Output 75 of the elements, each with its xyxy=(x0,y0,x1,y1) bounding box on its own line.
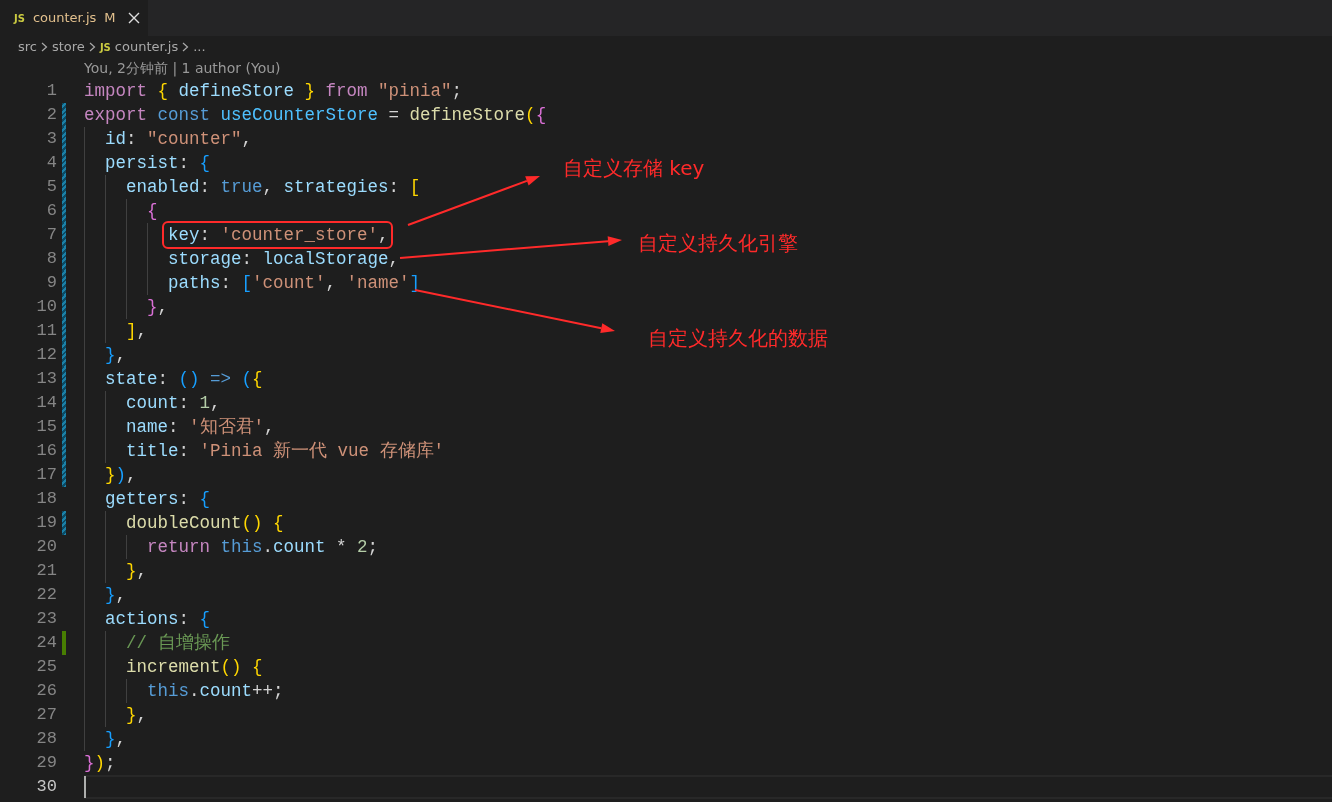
breadcrumb-item[interactable]: src xyxy=(18,37,37,57)
line-number: 20 xyxy=(35,536,57,558)
line-number: 24 xyxy=(35,632,57,654)
code-line: name: '知否君', xyxy=(125,417,275,437)
editor-tab[interactable]: JS counter.js M xyxy=(0,0,148,36)
line-number: 25 xyxy=(35,656,57,678)
line-number: 17 xyxy=(35,464,57,486)
line-number: 10 xyxy=(35,296,57,318)
annotation-label: 自定义存储 key xyxy=(563,155,705,181)
line-number: 3 xyxy=(45,128,57,150)
code-line: increment() { xyxy=(125,657,263,677)
line-number: 4 xyxy=(45,152,57,174)
line-number: 8 xyxy=(45,248,57,270)
line-number: 22 xyxy=(35,584,57,606)
code-line: }, xyxy=(104,729,127,749)
code-line: }, xyxy=(125,561,148,581)
code-line: state: () => ({ xyxy=(104,369,263,389)
line-number: 16 xyxy=(35,440,57,462)
line-number: 19 xyxy=(35,512,57,534)
code-line: { xyxy=(146,201,158,221)
line-number: 7 xyxy=(45,224,57,246)
line-number: 6 xyxy=(45,200,57,222)
code-line: actions: { xyxy=(104,609,211,629)
code-line: id: "counter", xyxy=(104,129,253,149)
line-number: 26 xyxy=(35,680,57,702)
file-type-icon: JS xyxy=(99,39,111,55)
code-line: }, xyxy=(104,345,127,365)
code-line: getters: { xyxy=(104,489,211,509)
code-line: persist: { xyxy=(104,153,211,173)
line-number: 21 xyxy=(35,560,57,582)
blame-annotation: You, 2分钟前 | 1 author (You) xyxy=(83,59,282,79)
close-icon[interactable] xyxy=(127,12,140,24)
line-number: 14 xyxy=(35,392,57,414)
code-line: }, xyxy=(146,297,169,317)
line-number: 23 xyxy=(35,608,57,630)
change-marker xyxy=(62,631,66,655)
line-number: 15 xyxy=(35,416,57,438)
code-line: title: 'Pinia 新一代 vue 存储库' xyxy=(125,441,445,461)
line-number: 30 xyxy=(35,776,57,798)
line-number: 13 xyxy=(35,368,57,390)
code-line: this.count++; xyxy=(146,681,284,701)
code-line: count: 1, xyxy=(125,393,221,413)
line-number: 1 xyxy=(45,80,57,102)
line-number: 18 xyxy=(35,488,57,510)
breadcrumb-item[interactable]: counter.js xyxy=(114,37,179,57)
code-line: enabled: true, strategies: [ xyxy=(125,177,421,197)
line-number: 27 xyxy=(35,704,57,726)
code-line: export const useCounterStore = defineStore({ xyxy=(84,105,547,125)
line-number: 5 xyxy=(45,176,57,198)
annotation-label: 自定义持久化引擎 xyxy=(638,230,798,256)
chevron-icon xyxy=(182,42,190,52)
code-line: return this.count * 2; xyxy=(146,537,379,557)
line-number: 2 xyxy=(45,104,57,126)
code-line: ], xyxy=(125,321,148,341)
code-line: storage: localStorage, xyxy=(167,249,400,269)
line-number: 9 xyxy=(45,272,57,294)
code-line: }); xyxy=(84,753,116,773)
code-line: // 自增操作 xyxy=(125,633,230,653)
line-number: 29 xyxy=(35,752,57,774)
code-line: }, xyxy=(104,585,127,605)
breadcrumb-item[interactable]: store xyxy=(52,37,85,57)
chevron-icon xyxy=(88,42,96,52)
code-line: doubleCount() { xyxy=(125,513,284,533)
change-marker xyxy=(62,511,66,535)
breadcrumb-item[interactable]: ... xyxy=(193,37,206,57)
line-number: 28 xyxy=(35,728,57,750)
code-line: import { defineStore } from "pinia"; xyxy=(84,81,463,101)
line-number: 11 xyxy=(35,320,57,342)
code-line: }), xyxy=(104,465,137,485)
code-line: paths: ['count', 'name'] xyxy=(167,273,421,293)
annotation-label: 自定义持久化的数据 xyxy=(648,325,828,351)
text-cursor xyxy=(84,776,86,799)
chevron-icon xyxy=(41,42,48,52)
line-number: 12 xyxy=(35,344,57,366)
code-line: }, xyxy=(125,705,148,725)
